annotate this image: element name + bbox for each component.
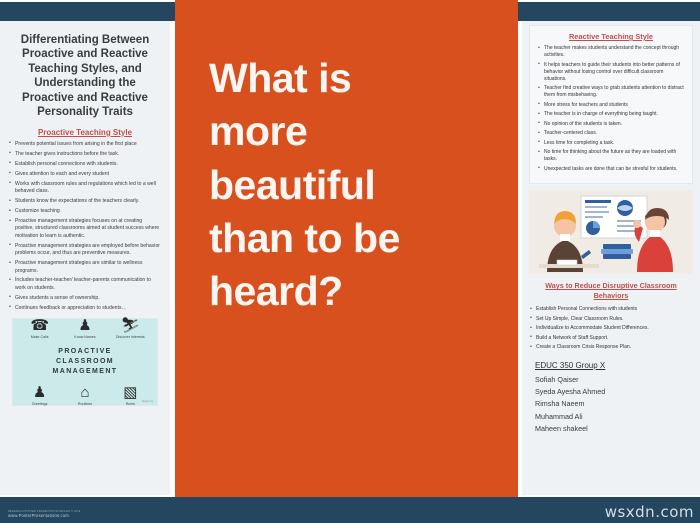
list-item: The teacher is in charge of everything b… [537,111,685,119]
classroom-illustration [529,190,693,275]
infographic-item: ⛷ Discover Interests [108,318,153,339]
people-icon: ♟ [32,384,47,402]
list-item: No opinion of the students is taken. [537,120,685,128]
list-item: Create a Classroom Crisis Response Plan. [529,344,693,352]
list-item: The teacher gives instructions before th… [8,150,162,158]
ways-to-reduce-heading: Ways to Reduce Disruptive Classroom Beha… [545,281,677,301]
headline-line: What is [209,55,352,101]
list-item: Prevents potential issues from arising i… [8,140,162,148]
list-item: Establish personal connections with stud… [8,160,162,168]
list-item: Teacher find creative ways to grab stude… [537,85,685,99]
infographic-item-label: Routines [77,402,93,407]
infographic-title-line: PROACTIVE [58,347,112,355]
list-item: Gives attention to each and every studen… [8,170,162,178]
infographic-credit: design by [141,400,153,404]
headline-line: beautiful [209,161,376,208]
list-item: Unexpected tasks are done that can be st… [537,165,685,173]
ways-bullet-list: Establish Personal Connections with stud… [529,306,693,352]
list-item: Includes teacher-teacher/ teacher-parent… [8,277,162,292]
infographic-top-row: ☎ Make Calls ♟ Know Names ⛷ Discover Int… [17,318,153,339]
infographic-item: ☎ Make Calls [17,318,62,339]
list-item: Build a Network of Staff Support. [529,334,693,342]
list-item: The teacher makes students understand th… [537,44,685,59]
phone-icon: ☎ [30,316,49,334]
headline-line: than to be [209,214,400,261]
group-member-list: Sofiah Qaiser Syeda Ayesha Ahmed Rimsha … [535,374,693,436]
infographic-item: ♟ Know Names [63,318,108,339]
list-item: Proactive management strategies focuses … [8,218,162,240]
left-panel: Differentiating Between Proactive and Re… [0,21,170,495]
list-item: Establish Personal Connections with stud… [529,306,693,314]
list-item: Rimsha Naeem [535,399,585,409]
list-item: Teacher-centered class. [537,130,685,138]
list-item: No time for thinking about the future as… [537,149,685,163]
proactive-classroom-infographic: ☎ Make Calls ♟ Know Names ⛷ Discover Int… [12,318,158,406]
list-item: Maheen shakeel [535,424,588,433]
infographic-title-line: CLASSROOM [55,358,115,366]
infographic-item-label: Know Names [74,334,96,339]
list-item: Works with classroom rules and regulatio… [8,180,162,196]
infographic-item-label: Greetings [31,402,48,407]
document-icon: ▧ [123,384,138,402]
proactive-heading: Proactive Teaching Style [37,127,133,137]
list-item: Proactive management strategies are simi… [8,260,162,275]
center-orange-panel: What is more beautiful than to be heard? [175,0,518,523]
reactive-bullet-list: The teacher makes students understand th… [537,44,685,173]
reactive-heading: Reactive Teaching Style [568,32,654,41]
person-icon: ♟ [78,316,92,334]
page-title: Differentiating Between Proactive and Re… [20,34,150,119]
headline-line: more [209,108,308,155]
list-item: Proactive management strategies are empl… [8,242,162,258]
surfer-icon: ⛷ [120,316,140,334]
list-item: Less time for completing a task. [537,139,685,147]
list-item: It helps teachers to guide their student… [537,61,685,83]
infographic-title-line: MANAGEMENT [52,368,118,376]
poster-credit-url: www.PosterPresentations.com [8,513,69,519]
infographic-item: ▧ Rules [108,385,153,406]
list-item: Continues feedback or appreciation to st… [8,304,162,312]
bottom-navy-band: RESEARCH POSTER PRESENTATION DESIGN © 20… [0,497,700,523]
reactive-teaching-card: Reactive Teaching Style The teacher make… [529,25,693,185]
list-item: Sofiah Qaiser [535,374,579,384]
infographic-bottom-row: ♟ Greetings ⌂ Routines ▧ Rules [17,385,153,406]
teacher-student-illustration-svg [529,190,693,275]
infographic-item: ⌂ Routines [63,385,108,406]
list-item: Muhammad Ali [535,411,583,421]
headline-question: What is more beautiful than to be heard? [175,0,518,318]
list-item: Individualize to Accommodate Student Dif… [529,325,693,333]
list-item: Customize teaching [8,208,162,216]
list-item: Set Up Simple, Clear Classroom Rules. [529,315,693,323]
infographic-item: ♟ Greetings [17,385,62,406]
group-heading: EDUC 350 Group X [535,360,606,370]
right-panel: Reactive Teaching Style The teacher make… [522,21,700,495]
infographic-item-label: Make Calls [30,334,49,339]
list-item: Syeda Ayesha Ahmed [535,386,606,396]
list-item: Students know the expectations of the te… [8,198,162,206]
house-icon: ⌂ [80,384,90,402]
infographic-title: PROACTIVE CLASSROOM MANAGEMENT [17,347,153,377]
site-watermark: wsxdn.com [604,503,694,521]
headline-line: heard? [209,268,343,315]
poster-credit: RESEARCH POSTER PRESENTATION DESIGN © 20… [8,510,80,519]
list-item: Gives students a sense of ownership. [8,294,162,302]
infographic-item-label: Discover Interests [115,334,145,339]
poster-canvas: Differentiating Between Proactive and Re… [0,0,700,523]
list-item: More stress for teachers and students [537,101,685,109]
proactive-bullet-list: Prevents potential issues from arising i… [8,140,162,312]
